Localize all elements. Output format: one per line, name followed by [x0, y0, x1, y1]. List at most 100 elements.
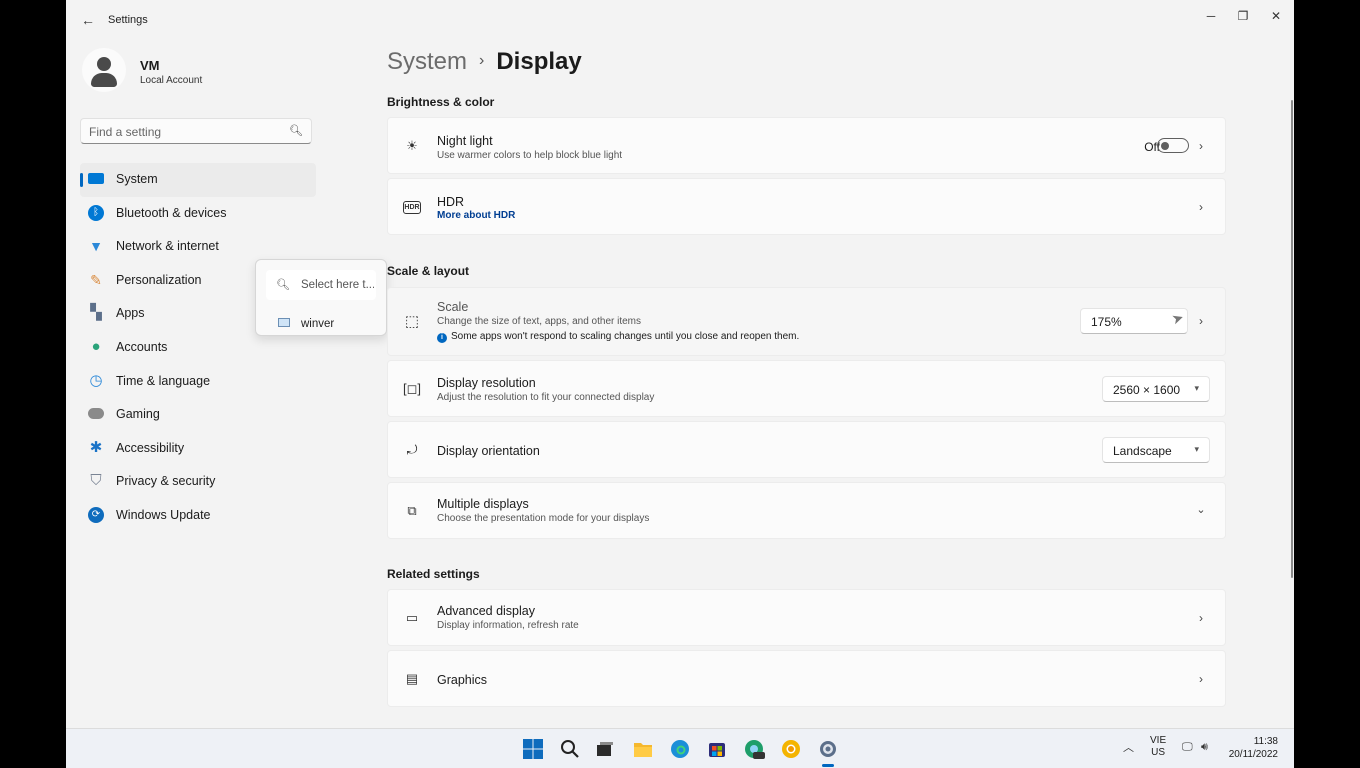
hdr-card[interactable]: HDR HDR More about HDR › [387, 178, 1226, 235]
chevron-right-icon[interactable]: › [1195, 200, 1207, 214]
sidebar-nav: System ᛒ Bluetooth & devices ▼ Network &… [80, 163, 316, 533]
night-light-card[interactable]: ☀ Night light Use warmer colors to help … [387, 117, 1226, 174]
display-resolution-card[interactable]: [◻] Display resolution Adjust the resolu… [387, 360, 1226, 417]
task-view-icon[interactable] [594, 738, 616, 760]
info-icon: i [437, 333, 447, 343]
app-window-icon [278, 318, 290, 327]
sidebar-item-bluetooth[interactable]: ᛒ Bluetooth & devices [80, 197, 316, 231]
taskbar: ︿ VIE US 🖵︎ 🔊︎ 11:38 20/11/2022 [66, 728, 1294, 768]
accounts-icon: ● [91, 337, 101, 355]
start-icon[interactable] [522, 738, 544, 760]
night-light-title: Night light [437, 134, 493, 148]
advanced-display-card[interactable]: ▭ Advanced display Display information, … [387, 589, 1226, 646]
popup-result-item[interactable]: winver [266, 312, 376, 330]
hdr-link[interactable]: More about HDR [437, 210, 515, 221]
multiple-displays-card[interactable]: ⧉ Multiple displays Choose the presentat… [387, 482, 1226, 539]
chevron-down-icon: ▾ [1194, 444, 1199, 454]
clock[interactable]: 11:38 20/11/2022 [1224, 735, 1278, 761]
language-code: VIE [1150, 735, 1167, 746]
language-indicator[interactable]: VIE US [1150, 735, 1166, 759]
chevron-up-icon[interactable]: ︿ [1123, 739, 1134, 755]
gamepad-icon [88, 408, 104, 420]
scrollbar[interactable] [1291, 100, 1293, 578]
update-icon: ⟳ [88, 506, 104, 523]
resolution-value: 2560 × 1600 [1113, 383, 1181, 397]
search-icon[interactable]: 🔍︎ [289, 124, 303, 137]
orientation-dropdown[interactable]: Landscape ▾ [1102, 437, 1210, 463]
active-app-indicator [822, 764, 834, 767]
chevron-down-icon[interactable]: ⌄ [1195, 503, 1207, 517]
hdr-icon: HDR [403, 201, 421, 214]
sidebar-item-accounts[interactable]: ● Accounts [80, 331, 316, 365]
page-title: Display [496, 48, 582, 75]
sidebar-item-accessibility[interactable]: ✱ Accessibility [80, 432, 316, 466]
scale-title: Scale [437, 300, 469, 314]
sidebar-item-label: Accessibility [116, 440, 185, 455]
window-title: Settings [108, 14, 148, 26]
file-explorer-icon[interactable] [632, 738, 654, 760]
breadcrumb-parent[interactable]: System [387, 48, 467, 75]
monitor-icon: ▭ [405, 610, 419, 625]
search-input[interactable]: Find a setting 🔍︎ [80, 118, 312, 144]
chrome-canary-icon[interactable] [780, 738, 802, 760]
sidebar-item-label: Accounts [116, 339, 168, 354]
chevron-right-icon[interactable]: › [1195, 611, 1207, 625]
resolution-dropdown[interactable]: 2560 × 1600 ▾ [1102, 376, 1210, 402]
sidebar-item-privacy[interactable]: ⛉ Privacy & security [80, 465, 316, 499]
apps-icon: ▚ [90, 304, 102, 322]
chevron-right-icon[interactable]: › [1195, 672, 1207, 686]
shield-icon: ⛉ [90, 472, 102, 490]
resolution-subtitle: Adjust the resolution to fit your connec… [437, 392, 655, 403]
user-name: VM [140, 58, 160, 73]
resolution-title: Display resolution [437, 376, 536, 390]
sidebar-item-label: Network & internet [116, 239, 219, 254]
store-icon[interactable] [706, 738, 728, 760]
sidebar-item-label: Gaming [116, 407, 160, 422]
section-related-settings: Related settings [387, 567, 480, 581]
scale-subtitle: Change the size of text, apps, and other… [437, 316, 642, 327]
popup-search-input[interactable]: 🔍︎ Select here t... [266, 270, 376, 300]
orientation-icon: ⤾ [406, 442, 418, 457]
sidebar-item-windows-update[interactable]: ⟳ Windows Update [80, 499, 316, 533]
wifi-icon: ▼ [89, 238, 103, 255]
scale-warning: i Some apps won't respond to scaling chan… [437, 331, 799, 343]
sidebar-item-system[interactable]: System [80, 163, 316, 197]
scale-card[interactable]: ⬚ Scale Change the size of text, apps, a… [387, 287, 1226, 356]
edge-canary-icon[interactable] [743, 738, 765, 760]
clock-time: 11:38 [1253, 736, 1278, 747]
display-orientation-card[interactable]: ⤾ Display orientation Landscape ▾ [387, 421, 1226, 478]
search-placeholder: Find a setting [89, 125, 162, 139]
settings-gear-icon[interactable] [817, 738, 839, 760]
sidebar-item-time-language[interactable]: ◷ Time & language [80, 365, 316, 399]
graphics-card[interactable]: ▤ Graphics › [387, 650, 1226, 707]
back-icon[interactable]: ← [80, 12, 96, 28]
orientation-value: Landscape [1113, 444, 1172, 458]
graphics-title: Graphics [437, 673, 488, 687]
search-icon[interactable] [559, 738, 581, 760]
close-button[interactable]: ✕ [1261, 5, 1291, 27]
run-popup: 🔍︎ Select here t... winver [255, 259, 387, 336]
sidebar-item-label: Time & language [116, 373, 211, 388]
multiple-displays-icon: ⧉ [407, 503, 417, 518]
chevron-right-icon[interactable]: › [1195, 139, 1207, 153]
section-brightness-color: Brightness & color [387, 95, 495, 109]
scale-value: 175% [1091, 315, 1122, 329]
minimize-button[interactable]: ─ [1196, 5, 1226, 27]
night-light-toggle[interactable] [1157, 138, 1189, 153]
avatar[interactable] [82, 48, 126, 92]
search-icon: 🔍︎ [276, 279, 290, 291]
maximize-button[interactable]: ❐ [1228, 5, 1258, 27]
chevron-right-icon[interactable]: › [1195, 314, 1207, 328]
bluetooth-icon: ᛒ [88, 204, 104, 221]
clock-globe-icon: ◷ [89, 371, 103, 389]
keyboard-layout: US [1151, 747, 1166, 758]
resolution-icon: [◻] [402, 381, 421, 396]
breadcrumb: System › Display [387, 48, 582, 76]
volume-icon[interactable]: 🔊︎ [1201, 741, 1208, 754]
title-bar: ← Settings ─ ❐ ✕ [66, 0, 1294, 40]
sidebar-item-gaming[interactable]: Gaming [80, 398, 316, 432]
edge-browser-icon[interactable] [669, 738, 691, 760]
brush-icon: ✎ [90, 271, 102, 288]
network-icon[interactable]: 🖵︎ [1182, 741, 1193, 754]
night-light-subtitle: Use warmer colors to help block blue lig… [437, 150, 623, 161]
